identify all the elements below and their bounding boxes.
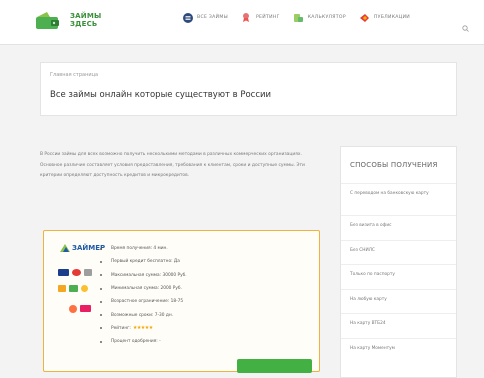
zaymer-logo[interactable]: ЗАЙМЕР bbox=[60, 244, 105, 252]
list-icon bbox=[182, 12, 193, 23]
feature-text: Процент одобрения: - bbox=[111, 339, 161, 345]
nav-item-all-loans[interactable]: ВСЕ ЗАЙМЫ bbox=[182, 12, 228, 23]
feature-text: Возрастное ограничение: 18-75 bbox=[111, 299, 184, 305]
feature-text: Время получения: 4 мин. bbox=[111, 246, 168, 252]
get-loan-button[interactable] bbox=[237, 359, 312, 373]
feature-min-amount: Минимальная сумма: 2000 Руб. bbox=[100, 282, 187, 295]
main-nav: ВСЕ ЗАЙМЫ РЕЙТИНГ КАЛЬКУЛЯТОР ПУБЛИКАЦИИ bbox=[182, 12, 410, 23]
mastercard-icon bbox=[72, 269, 81, 276]
feature-first-loan-free: Первый кредит бесплатно: Да bbox=[100, 255, 187, 268]
feature-approval-rate: Процент одобрения: - bbox=[100, 335, 187, 348]
bullet-icon bbox=[100, 247, 102, 250]
sidebar-methods: СПОСОБЫ ПОЛУЧЕНИЯ С переводом на банковс… bbox=[340, 146, 457, 378]
qiwi-icon bbox=[69, 305, 77, 313]
bullet-icon bbox=[100, 314, 102, 317]
feature-text: Первый кредит бесплатно: Да bbox=[111, 259, 180, 265]
nav-item-rating[interactable]: РЕЙТИНГ bbox=[241, 12, 280, 23]
site-logo[interactable]: ЗАЙМЫ ЗДЕСЬ bbox=[34, 8, 101, 32]
sidebar-item-vtb24-card[interactable]: На карту ВТБ24 bbox=[341, 313, 456, 338]
card-icon bbox=[80, 305, 91, 312]
bullet-icon bbox=[100, 287, 102, 290]
nav-item-calculator[interactable]: КАЛЬКУЛЯТОР bbox=[293, 12, 346, 23]
sidebar-list: С переводом на банковскую карту Без визи… bbox=[341, 183, 456, 362]
feature-text: Максимальная сумма: 30000 Руб. bbox=[111, 272, 187, 278]
payment-methods-row-2 bbox=[58, 285, 88, 292]
bullet-icon bbox=[100, 327, 102, 330]
sidebar-item-no-snils[interactable]: Без СНИЛС bbox=[341, 239, 456, 265]
payment-methods-row-3 bbox=[69, 305, 91, 313]
site-header: ЗАЙМЫ ЗДЕСЬ ВСЕ ЗАЙМЫ РЕЙТИНГ КАЛЬКУЛЯТО… bbox=[0, 0, 484, 45]
wallet-logo-icon bbox=[36, 12, 59, 29]
bullet-icon bbox=[100, 260, 102, 263]
page-title: Все займы онлайн которые существуют в Ро… bbox=[50, 90, 272, 100]
feature-max-amount: Максимальная сумма: 30000 Руб. bbox=[100, 269, 187, 282]
visa-icon bbox=[58, 269, 69, 276]
nav-label-publications: ПУБЛИКАЦИИ bbox=[373, 15, 411, 20]
publications-icon bbox=[359, 12, 370, 23]
loan-offer-card: ЗАЙМЕР Время получения: 4 мин. Первый кр… bbox=[43, 230, 320, 373]
sidebar-item-bank-card-transfer[interactable]: С переводом на банковскую карту bbox=[341, 183, 456, 215]
logo-text-line1: ЗАЙМЫ bbox=[70, 12, 102, 20]
sidebar-item-no-office-visit[interactable]: Без визита в офис bbox=[341, 215, 456, 240]
calculator-icon bbox=[293, 12, 304, 23]
sidebar-item-any-card[interactable]: На любую карту bbox=[341, 288, 456, 314]
nav-label-calculator: КАЛЬКУЛЯТОР bbox=[307, 15, 346, 20]
logo-text-line2: ЗДЕСЬ bbox=[70, 20, 98, 28]
feature-text: Рейтинг: bbox=[111, 325, 131, 331]
bullet-icon bbox=[100, 300, 102, 303]
feature-age-limit: Возрастное ограничение: 18-75 bbox=[100, 295, 187, 308]
bullet-icon bbox=[100, 340, 102, 343]
zaymer-mark-icon bbox=[60, 244, 70, 252]
breadcrumb-home-link[interactable]: Главная страница bbox=[50, 72, 98, 78]
intro-paragraph: В России займы для всех возможно получит… bbox=[40, 152, 305, 179]
feature-rating: Рейтинг: ★★★★★ bbox=[100, 322, 187, 335]
bullet-icon bbox=[100, 274, 102, 277]
mir-icon bbox=[69, 285, 78, 292]
feature-text: Минимальная сумма: 2000 Руб. bbox=[111, 286, 182, 292]
feature-receive-time: Время получения: 4 мин. bbox=[100, 242, 187, 255]
page-header-card: Главная страница Все займы онлайн которы… bbox=[40, 62, 457, 116]
nav-label-all-loans: ВСЕ ЗАЙМЫ bbox=[197, 15, 228, 20]
sidebar-item-momentum-card[interactable]: На карту Моментум bbox=[341, 337, 456, 363]
feature-terms: Возможные сроки: 7-30 дн. bbox=[100, 308, 187, 321]
payment-methods-row-1 bbox=[58, 269, 92, 276]
search-icon[interactable] bbox=[462, 17, 469, 36]
rating-stars-icon: ★★★★★ bbox=[132, 325, 153, 332]
nav-label-rating: РЕЙТИНГ bbox=[255, 15, 280, 20]
contact-icon bbox=[58, 285, 66, 292]
nav-item-publications[interactable]: ПУБЛИКАЦИИ bbox=[359, 12, 410, 23]
rating-icon bbox=[241, 12, 252, 23]
offer-features-list: Время получения: 4 мин. Первый кредит бе… bbox=[100, 242, 187, 348]
yandex-money-icon bbox=[81, 285, 88, 292]
feature-text: Возможные сроки: 7-30 дн. bbox=[111, 312, 173, 318]
sidebar-item-passport-only[interactable]: Только по паспорту bbox=[341, 264, 456, 289]
bank-icon bbox=[84, 269, 92, 276]
sidebar-title: СПОСОБЫ ПОЛУЧЕНИЯ bbox=[350, 161, 438, 169]
